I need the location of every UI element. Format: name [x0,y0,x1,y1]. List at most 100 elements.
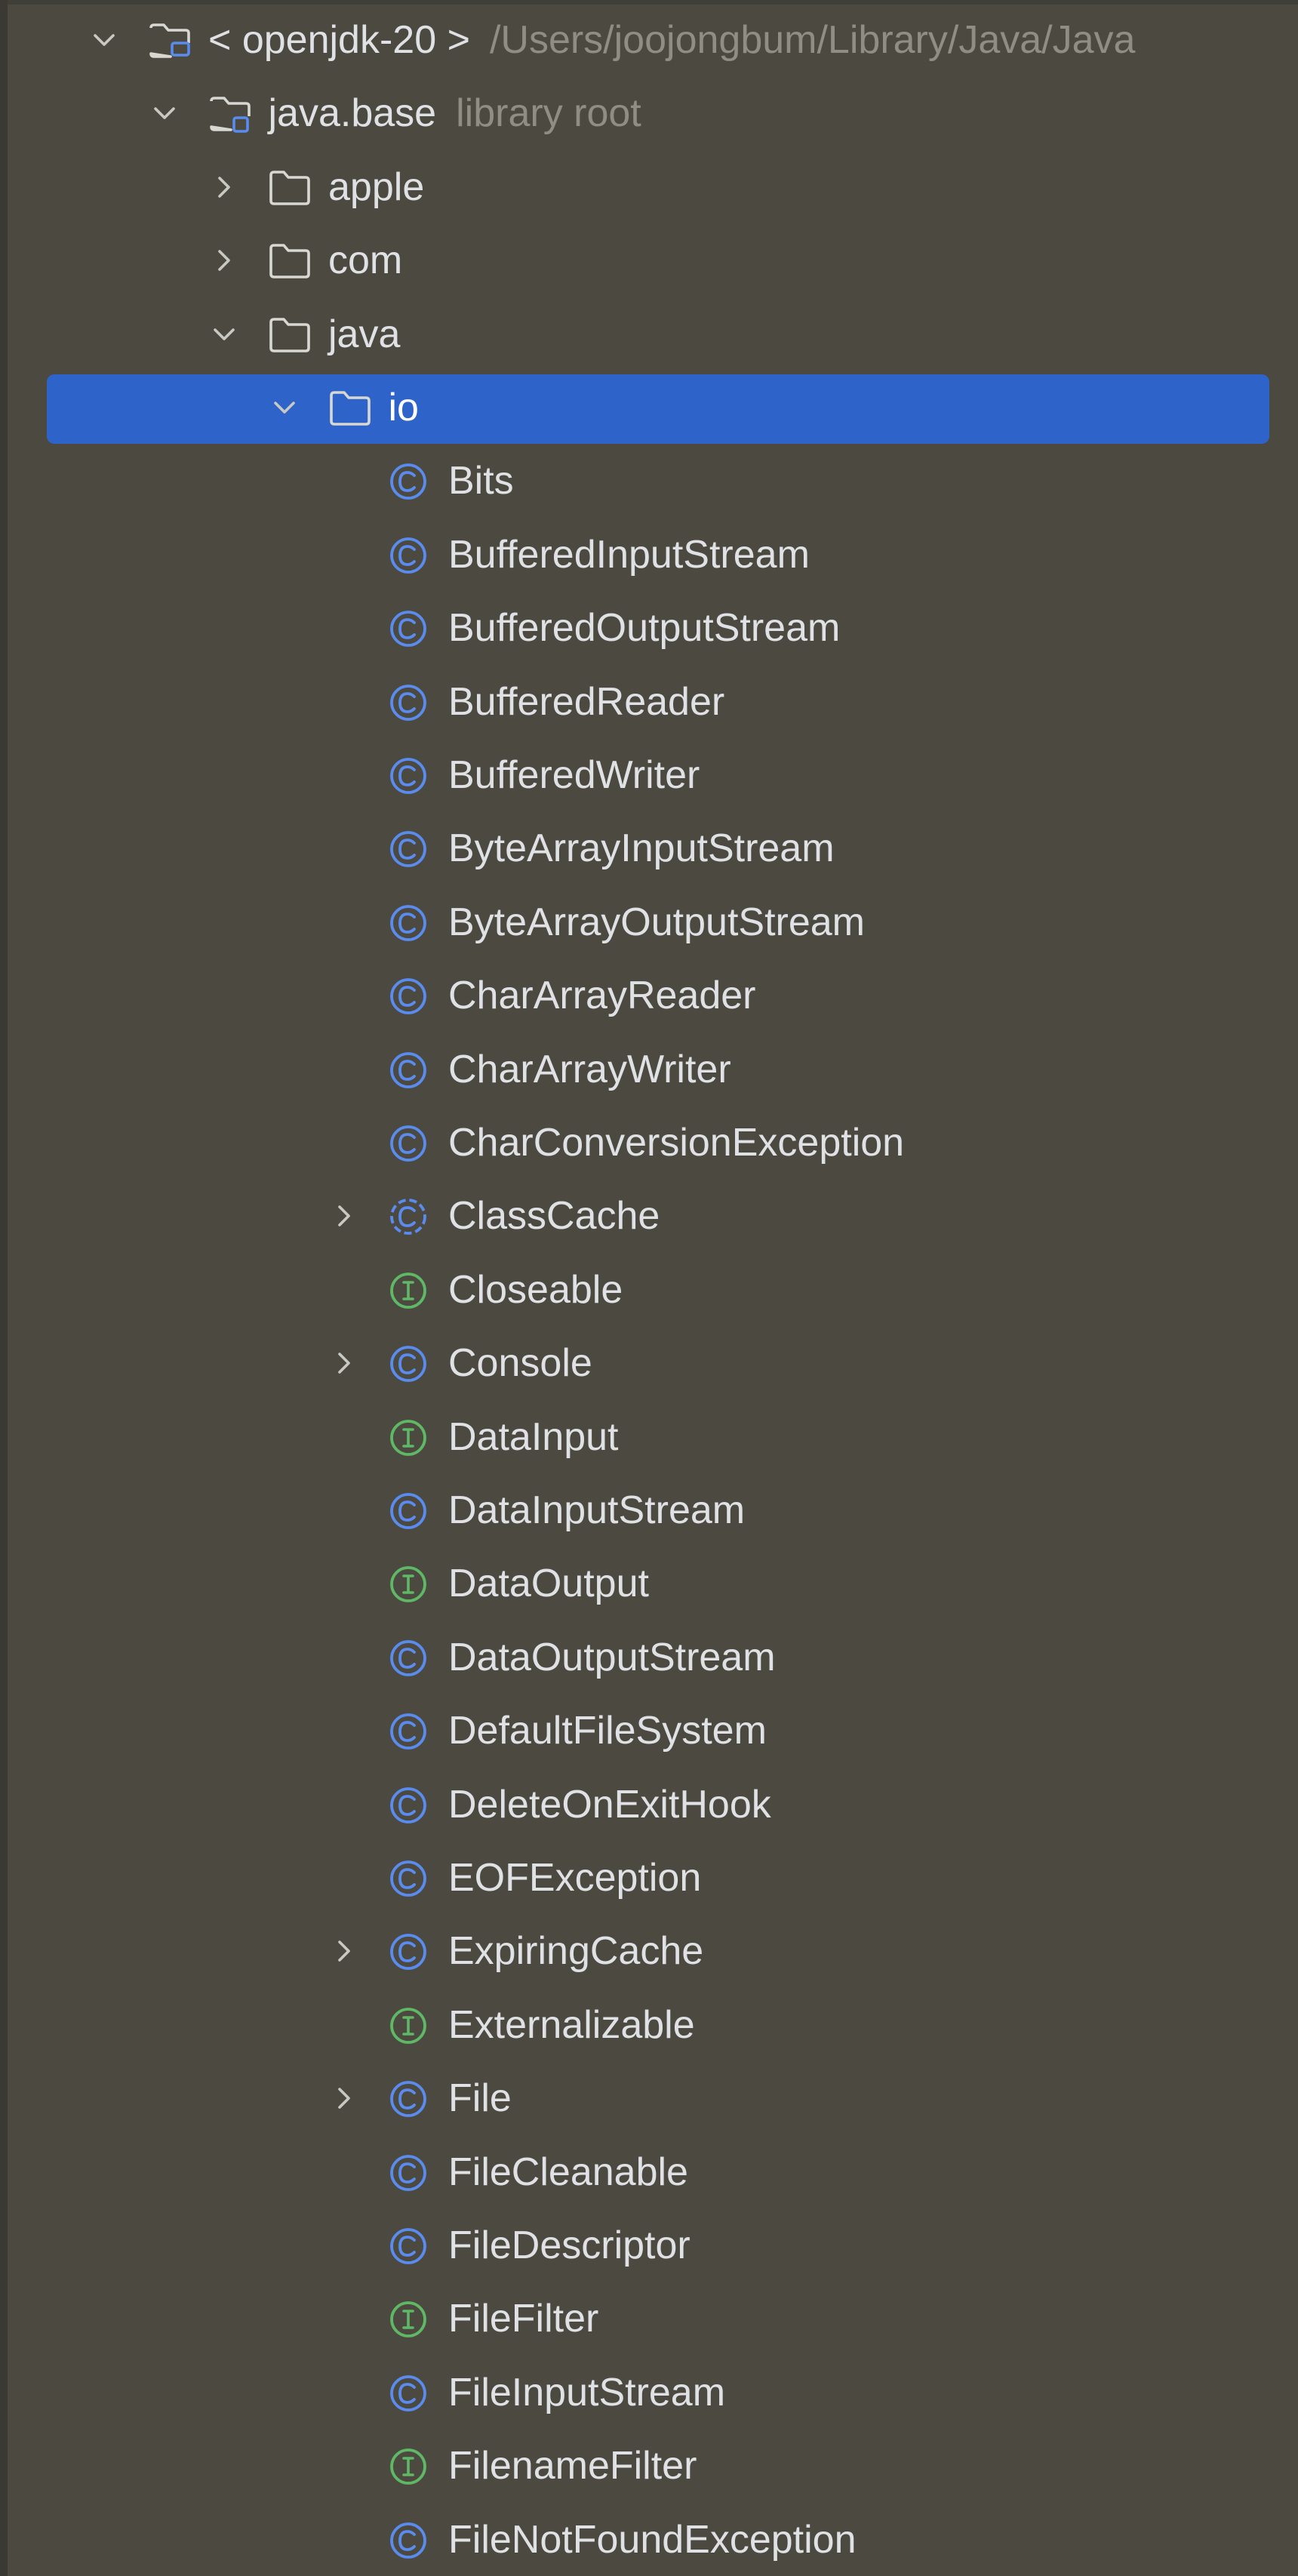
selection-highlight [47,374,1269,444]
tree-node-label: DataOutput [448,1562,649,1606]
class-icon [388,608,432,649]
interface-icon [388,1564,432,1605]
chevron-right-icon[interactable] [331,1350,358,1377]
tree-node-label: FileNotFoundException [448,2517,857,2562]
tree-node-bytearrayinputstream[interactable]: ByteArrayInputStream [0,812,1298,885]
tree-node-label: CharArrayWriter [448,1047,731,1091]
tree-node-openjdk-20[interactable]: < openjdk-20 > /Users/joojongbum/Library/… [0,4,1298,77]
interface-icon [388,2299,432,2340]
tree-node-label: FileInputStream [448,2370,726,2414]
chevron-right-icon[interactable] [331,1937,358,1965]
class-icon [388,1858,432,1899]
tree-node-label: BufferedReader [448,679,725,724]
interface-icon [388,1270,432,1311]
class-icon [388,903,432,943]
tree-node-label: DataInput [448,1414,619,1459]
tree-node-filedescriptor[interactable]: FileDescriptor [0,2209,1298,2282]
chevron-right-icon[interactable] [211,174,238,201]
library-folder-icon [208,94,252,134]
tree-node-expiringcache[interactable]: ExpiringCache [0,1915,1298,1988]
tree-node-java[interactable]: java [0,298,1298,371]
class-icon [388,1711,432,1752]
class-icon [388,1638,432,1679]
chevron-right-icon[interactable] [211,247,238,274]
class-icon [388,829,432,869]
tree-node-defaultfilesystem[interactable]: DefaultFileSystem [0,1694,1298,1768]
tree-node-console[interactable]: Console [0,1327,1298,1400]
tree-node-label: BufferedInputStream [448,532,810,577]
tree-node-externalizable[interactable]: Externalizable [0,1989,1298,2062]
tree-node-chararraywriter[interactable]: CharArrayWriter [0,1033,1298,1106]
tree-node-bufferedoutputstream[interactable]: BufferedOutputStream [0,592,1298,665]
tree-node-io[interactable]: io [0,371,1298,445]
tree-node-filefilter[interactable]: FileFilter [0,2282,1298,2356]
tree-node-label: Bits [448,459,514,503]
tree-node-closeable[interactable]: Closeable [0,1254,1298,1327]
tree-node-label: ByteArrayOutputStream [448,900,865,944]
tree-node-dataoutput[interactable]: DataOutput [0,1547,1298,1620]
tree-node-label: java [328,312,401,356]
tree-node-label: Closeable [448,1267,623,1312]
chevron-right-icon[interactable] [331,1202,358,1230]
interface-icon [388,1417,432,1458]
tree-node-label: < openjdk-20 > [208,18,470,62]
tree-node-label: DeleteOnExitHook [448,1782,771,1827]
tree-node-dataoutputstream[interactable]: DataOutputStream [0,1621,1298,1694]
project-tree-panel: < openjdk-20 > /Users/joojongbum/Library/… [0,0,1298,2576]
tree-node-datainput[interactable]: DataInput [0,1401,1298,1474]
tree-node-label: FileDescriptor [448,2224,691,2267]
class-icon [388,1050,432,1091]
tree-node-filenamefilter[interactable]: FilenameFilter [0,2430,1298,2503]
class-icon [388,682,432,723]
chevron-down-icon[interactable] [151,100,178,127]
class-icon [388,2373,432,2414]
tree-node-bytearrayoutputstream[interactable]: ByteArrayOutputStream [0,886,1298,959]
tree-node-filecleanable[interactable]: FileCleanable [0,2136,1298,2209]
class-icon [388,2079,432,2119]
class-icon [388,2520,432,2561]
class-icon [388,1343,432,1384]
interface-icon [388,2005,432,2046]
chevron-down-icon[interactable] [91,26,118,54]
tree-node-label: Console [448,1341,592,1386]
tree-node-bufferedwriter[interactable]: BufferedWriter [0,739,1298,812]
class-icon [388,2153,432,2193]
tree-node-label: CharConversionException [448,1121,905,1165]
tree-node-datainputstream[interactable]: DataInputStream [0,1474,1298,1547]
tree-node-label: apple [328,165,425,209]
tree-node-filenotfoundexception[interactable]: FileNotFoundException [0,2504,1298,2576]
class-icon [388,1931,432,1972]
tree-node-apple[interactable]: apple [0,151,1298,224]
tree-node-com[interactable]: com [0,224,1298,297]
class-icon [388,976,432,1017]
tree-node-deleteonexithook[interactable]: DeleteOnExitHook [0,1768,1298,1842]
chevron-right-icon[interactable] [331,2085,358,2112]
class-icon [388,1123,432,1164]
tree-node-label: FileCleanable [448,2150,688,2194]
tree-node-chararrayreader[interactable]: CharArrayReader [0,959,1298,1033]
chevron-down-icon[interactable] [271,394,298,421]
tree-node-label: DefaultFileSystem [448,1709,767,1753]
class-icon [388,461,432,502]
tree-node-label: ExpiringCache [448,1929,704,1974]
tree-node-label: EOFException [448,1856,702,1900]
tree-node-label: BufferedOutputStream [448,606,841,651]
folder-icon [268,315,312,355]
tree-node-bits[interactable]: Bits [0,445,1298,518]
tree-node-fileinputstream[interactable]: FileInputStream [0,2356,1298,2430]
chevron-down-icon[interactable] [211,321,238,348]
tree-node-classcache[interactable]: ClassCache [0,1180,1298,1253]
tree-node-file[interactable]: File [0,2062,1298,2135]
tree-node-label: com [328,239,403,283]
tree-node-eofexception[interactable]: EOFException [0,1842,1298,1915]
tree-node-charconversionexception[interactable]: CharConversionException [0,1106,1298,1180]
class-icon [388,535,432,576]
tree-node-label: ByteArrayInputStream [448,826,835,871]
tree-node-label: io [388,386,419,429]
tree-node-label: CharArrayReader [448,974,756,1018]
folder-icon [268,168,312,208]
tree-node-label: java.base [268,91,437,136]
tree-node-bufferedreader[interactable]: BufferedReader [0,666,1298,739]
tree-node-java-base[interactable]: java.base library root [0,77,1298,150]
tree-node-bufferedinputstream[interactable]: BufferedInputStream [0,519,1298,592]
